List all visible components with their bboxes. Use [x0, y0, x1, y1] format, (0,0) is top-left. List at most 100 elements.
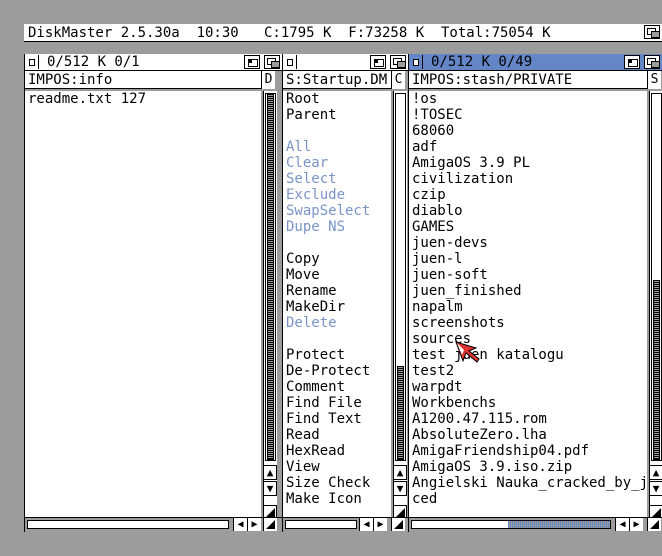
down-arrow-icon[interactable]: ▼: [393, 481, 407, 496]
up-arrow-icon[interactable]: ▲: [393, 465, 407, 480]
right-file-row[interactable]: ced: [409, 491, 647, 507]
right-file-row[interactable]: juen-l: [409, 251, 647, 267]
command-row[interactable]: SwapSelect: [283, 203, 391, 219]
command-row[interactable]: Exclude: [283, 187, 391, 203]
command-hscroll-knob[interactable]: [286, 521, 356, 528]
depth-icon[interactable]: [390, 55, 406, 69]
command-row[interactable]: View: [283, 459, 391, 475]
left-hscroll-knob[interactable]: [28, 521, 228, 528]
command-row[interactable]: HexRead: [283, 443, 391, 459]
command-row[interactable]: Make Icon: [283, 491, 391, 507]
resize-icon[interactable]: [263, 518, 277, 531]
close-icon[interactable]: [283, 55, 297, 69]
command-row[interactable]: Find Text: [283, 411, 391, 427]
right-vertical-scrollbar[interactable]: ▲ ▼: [649, 91, 662, 519]
command-list[interactable]: Root Parent All Clear Select Exclude SwapSelec…: [283, 91, 391, 519]
right-arrow-icon[interactable]: ▶: [247, 518, 261, 531]
command-window-titlebar[interactable]: [283, 54, 408, 71]
left-sort-button[interactable]: D: [261, 71, 275, 89]
command-row[interactable]: De-Protect: [283, 363, 391, 379]
right-file-row[interactable]: napalm: [409, 299, 647, 315]
right-file-row[interactable]: czip: [409, 187, 647, 203]
left-arrow-icon[interactable]: ◀: [233, 518, 247, 531]
left-arrow-icon[interactable]: ◀: [359, 518, 373, 531]
command-row[interactable]: [283, 331, 391, 347]
zoom-icon[interactable]: [624, 55, 640, 69]
right-hscroll-track[interactable]: [411, 520, 611, 529]
command-sort-button[interactable]: C: [391, 71, 405, 89]
left-file-row[interactable]: readme.txt 127: [25, 91, 261, 107]
left-file-list[interactable]: readme.txt 127: [25, 91, 261, 519]
right-file-row[interactable]: test2: [409, 363, 647, 379]
left-scroll-track[interactable]: [265, 93, 276, 461]
right-horizontal-scrollbar[interactable]: ◀ ▶: [409, 517, 662, 531]
command-row[interactable]: Move: [283, 267, 391, 283]
right-file-row[interactable]: juen_finished: [409, 283, 647, 299]
right-window-titlebar[interactable]: 0/512 K 0/49: [409, 54, 662, 71]
right-file-row[interactable]: test juen katalogu: [409, 347, 647, 363]
command-horizontal-scrollbar[interactable]: ◀ ▶: [283, 517, 409, 531]
command-row[interactable]: Rename: [283, 283, 391, 299]
depth-icon[interactable]: [264, 55, 280, 69]
left-window-titlebar[interactable]: 0/512 K 0/1: [25, 54, 282, 71]
right-file-row[interactable]: AbsoluteZero.lha: [409, 427, 647, 443]
resize-icon[interactable]: [391, 518, 405, 531]
close-icon[interactable]: [25, 55, 39, 69]
command-row[interactable]: Read: [283, 427, 391, 443]
command-row[interactable]: Select: [283, 171, 391, 187]
right-file-row[interactable]: A1200.47.115.rom: [409, 411, 647, 427]
right-arrow-icon[interactable]: ▶: [629, 518, 643, 531]
down-arrow-icon[interactable]: ▼: [649, 481, 662, 496]
left-hscroll-track[interactable]: [27, 520, 229, 529]
resize-icon[interactable]: [647, 518, 661, 531]
right-file-row[interactable]: juen-devs: [409, 235, 647, 251]
left-arrow-icon[interactable]: ◀: [615, 518, 629, 531]
right-file-row[interactable]: Workbenchs: [409, 395, 647, 411]
command-row[interactable]: [283, 123, 391, 139]
right-file-row[interactable]: sources: [409, 331, 647, 347]
command-row[interactable]: Size Check: [283, 475, 391, 491]
command-scroll-knob[interactable]: [397, 366, 404, 460]
zoom-icon[interactable]: [370, 55, 386, 69]
right-file-row[interactable]: AmigaOS 3.9.iso.zip: [409, 459, 647, 475]
command-row[interactable]: Copy: [283, 251, 391, 267]
right-scroll-track[interactable]: [651, 93, 662, 461]
right-file-row[interactable]: !os: [409, 91, 647, 107]
right-file-row[interactable]: diablo: [409, 203, 647, 219]
right-arrow-icon[interactable]: ▶: [373, 518, 387, 531]
up-arrow-icon[interactable]: ▲: [649, 465, 662, 480]
command-row[interactable]: Clear: [283, 155, 391, 171]
right-file-row[interactable]: !TOSEC: [409, 107, 647, 123]
left-vertical-scrollbar[interactable]: ▲ ▼: [263, 91, 277, 519]
zoom-icon[interactable]: [244, 55, 260, 69]
command-scroll-track[interactable]: [395, 93, 406, 461]
left-path-field[interactable]: IMPOS:info: [25, 71, 261, 89]
right-file-row[interactable]: adf: [409, 139, 647, 155]
command-row[interactable]: Dupe NS: [283, 219, 391, 235]
right-file-row[interactable]: 68060: [409, 123, 647, 139]
command-row[interactable]: All: [283, 139, 391, 155]
command-row[interactable]: Find File: [283, 395, 391, 411]
command-path-field[interactable]: S:Startup.DM: [283, 71, 391, 89]
depth-icon[interactable]: [644, 55, 660, 69]
command-row[interactable]: Protect: [283, 347, 391, 363]
right-file-row[interactable]: warpdt: [409, 379, 647, 395]
right-scroll-knob[interactable]: [653, 280, 660, 460]
right-path-field[interactable]: IMPOS:stash/PRIVATE: [409, 71, 647, 89]
right-file-list[interactable]: !os !TOSEC 68060 adf AmigaOS 3.9 PL civilizat…: [409, 91, 647, 519]
right-file-row[interactable]: AmigaOS 3.9 PL: [409, 155, 647, 171]
left-scroll-knob[interactable]: [267, 94, 274, 460]
left-horizontal-scrollbar[interactable]: ◀ ▶: [25, 517, 283, 531]
command-row[interactable]: MakeDir: [283, 299, 391, 315]
right-file-row[interactable]: GAMES: [409, 219, 647, 235]
command-vertical-scrollbar[interactable]: ▲ ▼: [393, 91, 407, 519]
command-row[interactable]: Comment: [283, 379, 391, 395]
command-row[interactable]: [283, 235, 391, 251]
screen-depth-icon[interactable]: [644, 25, 660, 39]
screen-title-bar[interactable]: DiskMaster 2.5.30a 10:30 C:1795 K F:7325…: [24, 24, 662, 42]
right-file-row[interactable]: juen-soft: [409, 267, 647, 283]
command-row[interactable]: Parent: [283, 107, 391, 123]
command-hscroll-track[interactable]: [285, 520, 357, 529]
right-file-row[interactable]: Angielski Nauka_cracked_by_ju: [409, 475, 647, 491]
right-file-row[interactable]: screenshots: [409, 315, 647, 331]
